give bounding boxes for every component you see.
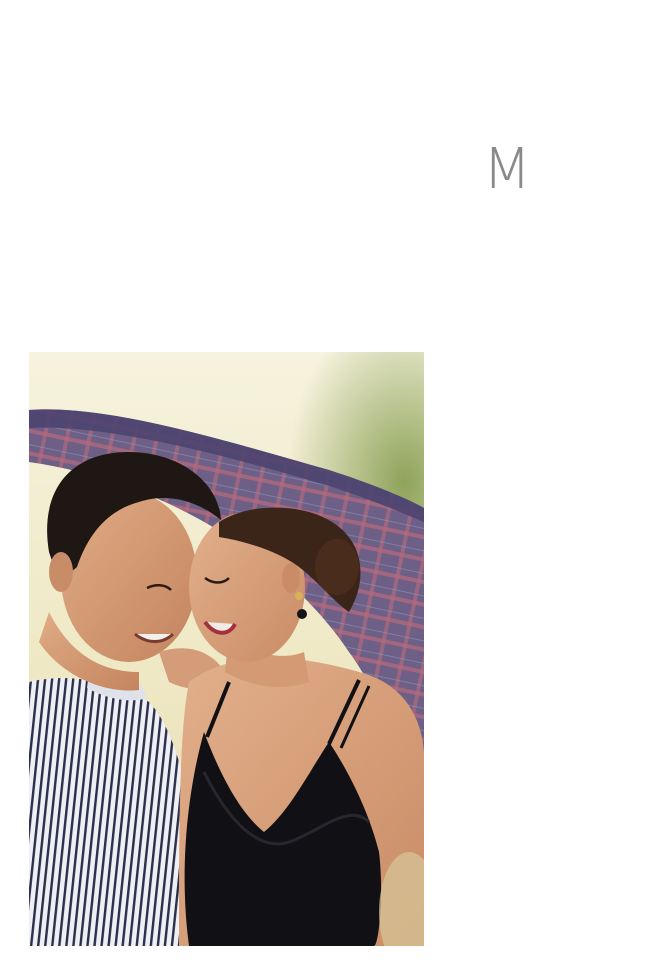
couple-photo: [29, 352, 424, 946]
monogram-letter: M: [482, 137, 532, 202]
couple-photo-illustration: [29, 352, 424, 946]
earring-icon: [297, 609, 307, 619]
